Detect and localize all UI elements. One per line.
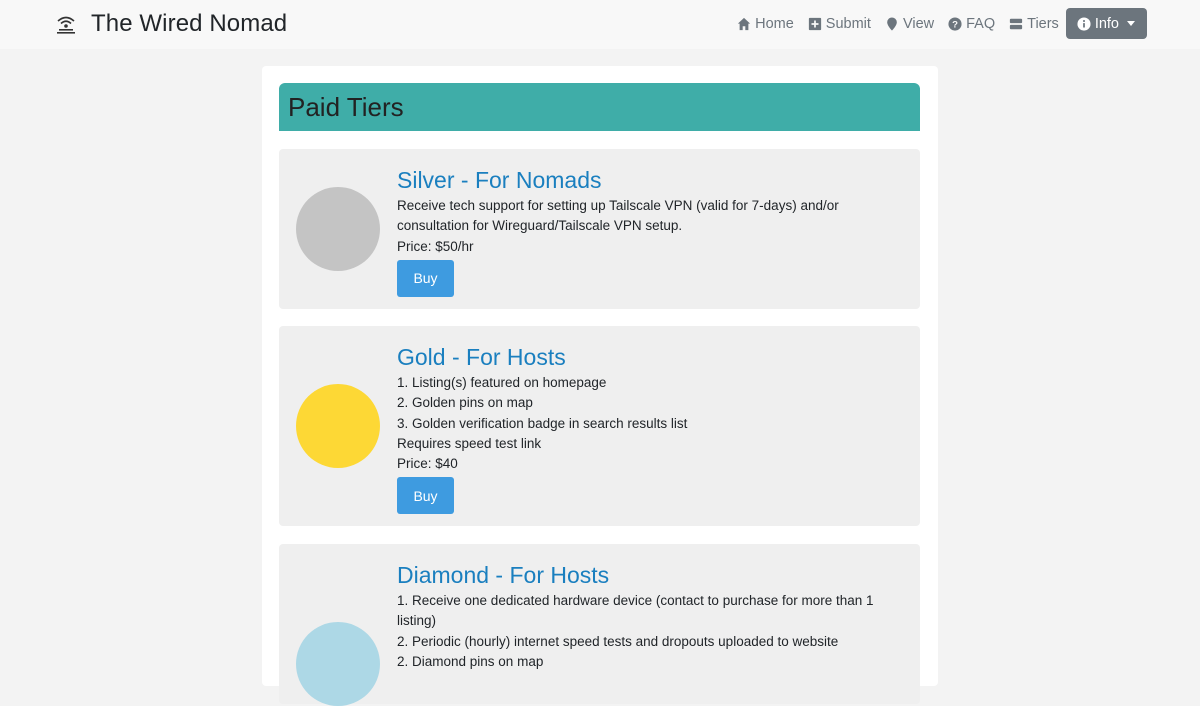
svg-text:?: ? — [952, 19, 958, 30]
tier-feature: 2. Golden pins on map — [397, 395, 533, 411]
tier-body-gold: Gold - For Hosts 1. Listing(s) featured … — [397, 343, 897, 515]
buy-button-gold[interactable]: Buy — [397, 477, 454, 515]
question-circle-icon: ? — [948, 16, 962, 31]
nav-menu: Home Submit View ? FAQ Tiers Info — [737, 8, 1147, 39]
tier-title-gold[interactable]: Gold - For Hosts — [397, 343, 897, 371]
tier-price: Price: $50/hr — [397, 238, 474, 254]
section-header: Paid Tiers — [279, 83, 920, 131]
tier-price: Price: $40 — [397, 456, 458, 472]
nav-tiers-link[interactable]: Tiers — [1009, 16, 1059, 32]
tier-badge-silver — [296, 187, 380, 271]
tier-body-silver: Silver - For Nomads Receive tech support… — [397, 166, 897, 297]
page-title: Paid Tiers — [288, 92, 404, 122]
tier-body-diamond: Diamond - For Hosts 1. Receive one dedic… — [397, 561, 897, 672]
server-icon — [1010, 18, 1023, 29]
tier-feature: 1. Listing(s) featured on homepage — [397, 375, 607, 390]
nav-faq-link[interactable]: ? FAQ — [948, 16, 995, 32]
tier-description: Receive tech support for setting up Tail… — [397, 198, 839, 234]
main-card: Paid Tiers Silver - For Nomads Receive t… — [262, 66, 938, 706]
tier-card-gold: Gold - For Hosts 1. Listing(s) featured … — [279, 326, 920, 526]
brand-title: The Wired Nomad — [91, 10, 288, 37]
chevron-down-icon — [1127, 21, 1135, 26]
tier-feature: 1. Receive one dedicated hardware device… — [397, 593, 874, 629]
tier-feature: 3. Golden verification badge in search r… — [397, 415, 688, 431]
nav-home-label: Home — [755, 15, 794, 32]
tier-badge-gold — [296, 384, 380, 468]
nav-home-link[interactable]: Home — [737, 16, 794, 32]
tier-title-diamond[interactable]: Diamond - For Hosts — [397, 561, 897, 589]
nav-tiers-label: Tiers — [1027, 15, 1059, 32]
info-label: Info — [1094, 15, 1119, 32]
tier-feature: 2. Diamond pins on map — [397, 653, 544, 669]
tier-title-silver[interactable]: Silver - For Nomads — [397, 166, 897, 194]
plus-square-icon — [808, 17, 821, 30]
wifi-shield-icon — [55, 13, 77, 35]
nav-submit-label: Submit — [825, 15, 871, 32]
map-marker-icon — [887, 16, 897, 31]
tier-requirement: Requires speed test link — [397, 435, 542, 451]
navbar: The Wired Nomad Home Submit View ? FAQ T… — [0, 0, 1200, 49]
nav-view-link[interactable]: View — [885, 16, 934, 32]
tier-feature: 2. Periodic (hourly) internet speed test… — [397, 633, 839, 649]
info-dropdown-button[interactable]: Info — [1065, 8, 1147, 39]
home-icon — [737, 17, 751, 30]
nav-submit-link[interactable]: Submit — [808, 16, 871, 32]
buy-button-silver[interactable]: Buy — [397, 259, 454, 297]
tier-badge-diamond — [296, 622, 380, 706]
info-circle-icon — [1077, 16, 1091, 31]
nav-faq-label: FAQ — [966, 15, 996, 32]
nav-view-label: View — [902, 15, 935, 32]
tier-card-silver: Silver - For Nomads Receive tech support… — [279, 149, 920, 309]
tier-card-diamond: Diamond - For Hosts 1. Receive one dedic… — [279, 544, 920, 706]
brand-link[interactable]: The Wired Nomad — [55, 9, 287, 39]
